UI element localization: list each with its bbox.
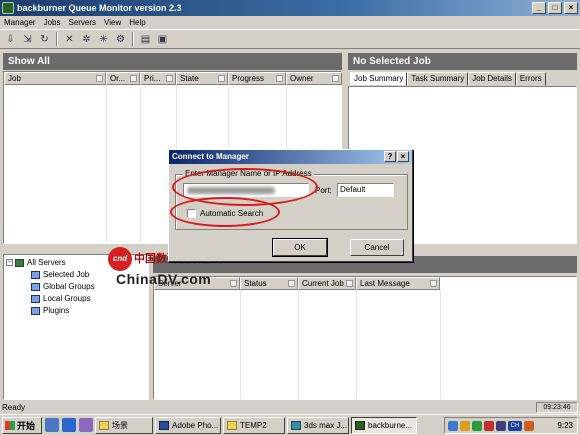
3dsmax-icon xyxy=(291,420,301,430)
column-state[interactable]: State xyxy=(176,72,228,85)
column-job[interactable]: Job xyxy=(4,72,106,85)
app-icon xyxy=(2,2,14,14)
folder-icon xyxy=(227,420,237,430)
grid-line xyxy=(140,85,141,243)
column-priority[interactable]: Pri... xyxy=(140,72,176,85)
backburner-icon xyxy=(355,420,365,430)
group-icon xyxy=(31,282,40,291)
input-language-icon[interactable]: CH xyxy=(508,420,522,431)
dialog-title-bar: Connect to Manager ? × xyxy=(169,150,412,164)
tree-item-plugins[interactable]: Plugins xyxy=(31,306,69,315)
task-temp2[interactable]: TEMP2 xyxy=(223,416,285,434)
taskbar: 开始 场景 Adobe Pho... TEMP2 3ds max J... ba… xyxy=(0,414,580,435)
grid-line xyxy=(440,290,441,399)
close-button[interactable]: × xyxy=(564,2,578,14)
tab-job-summary[interactable]: Job Summary xyxy=(350,72,408,86)
status-time: 09:23:46 xyxy=(536,402,578,413)
menu-jobs[interactable]: Jobs xyxy=(44,18,61,27)
server-remove-icon[interactable]: ✳ xyxy=(95,31,112,47)
column-last-message[interactable]: Last Message xyxy=(356,277,440,290)
plugin-icon xyxy=(31,306,40,315)
servers-icon xyxy=(15,258,24,267)
port-input[interactable]: Default xyxy=(337,183,394,197)
jobs-column-header: Job Or... Pri... State Progress Owner xyxy=(4,72,342,85)
column-owner[interactable]: Owner xyxy=(286,72,342,85)
job-info-title: No Selected Job xyxy=(348,53,577,70)
tree-item-selected-job[interactable]: Selected Job xyxy=(31,270,89,279)
server-assign-icon[interactable]: ✲ xyxy=(78,31,95,47)
ok-button[interactable]: OK xyxy=(272,238,328,257)
dialog-close-button[interactable]: × xyxy=(397,151,409,162)
grid-line xyxy=(298,290,299,399)
window-title: backburner Queue Monitor version 2.3 xyxy=(17,3,182,13)
grid-line xyxy=(106,85,107,243)
tab-errors[interactable]: Errors xyxy=(515,72,546,86)
tree-item-global-groups[interactable]: Global Groups xyxy=(31,282,95,291)
export-icon[interactable]: ▣ xyxy=(154,31,171,47)
photoshop-icon xyxy=(159,420,169,430)
tab-task-summary[interactable]: Task Summary xyxy=(407,72,469,86)
delete-icon[interactable]: ✕ xyxy=(61,31,78,47)
job-info-tabs: Job Summary Task Summary Job Details Err… xyxy=(350,72,546,86)
antivirus-icon[interactable] xyxy=(484,420,494,431)
windows-flag-icon xyxy=(5,420,15,430)
connect-icon[interactable]: ⇩ xyxy=(2,31,19,47)
column-status[interactable]: Status xyxy=(240,277,298,290)
volume-icon[interactable] xyxy=(460,420,470,431)
network-icon[interactable] xyxy=(448,420,458,431)
report-icon[interactable]: ▤ xyxy=(137,31,154,47)
task-3dsmax[interactable]: 3ds max J... xyxy=(287,416,349,434)
system-tray: CH 9:23 xyxy=(444,417,578,434)
start-button[interactable]: 开始 xyxy=(2,416,42,434)
title-bar: backburner Queue Monitor version 2.3 _ □… xyxy=(0,0,580,16)
disconnect-icon[interactable]: ⇲ xyxy=(19,31,36,47)
task-backburner[interactable]: backburne... xyxy=(351,416,417,434)
menu-manager[interactable]: Manager xyxy=(4,18,36,27)
jobs-panel-title: Show All xyxy=(3,53,342,70)
group-icon xyxy=(31,294,40,303)
column-order[interactable]: Or... xyxy=(106,72,140,85)
maximize-button[interactable]: □ xyxy=(548,2,562,14)
toolbar-separator xyxy=(56,32,58,46)
tree-item-all-servers[interactable]: − All Servers xyxy=(6,258,66,267)
taskbar-clock: 9:23 xyxy=(557,421,573,430)
status-text: Ready xyxy=(2,403,26,412)
minimize-button[interactable]: _ xyxy=(532,2,546,14)
column-current-job[interactable]: Current Job xyxy=(298,277,356,290)
menu-help[interactable]: Help xyxy=(129,18,145,27)
toolbar: ⇩ ⇲ ↻ ✕ ✲ ✳ ⚙ ▤ ▣ xyxy=(0,29,580,49)
menu-bar: Manager Jobs Servers View Help xyxy=(0,16,580,29)
ime-icon[interactable] xyxy=(524,420,534,431)
watermark-en: ChinaDV.com xyxy=(116,271,212,287)
cancel-button[interactable]: Cancel xyxy=(350,239,404,256)
desktop-icon[interactable] xyxy=(45,418,59,432)
tree-item-local-groups[interactable]: Local Groups xyxy=(31,294,91,303)
status-bar: Ready 09:23:46 xyxy=(0,401,580,414)
chinadv-badge: cnd xyxy=(108,247,132,271)
refresh-icon[interactable]: ↻ xyxy=(36,31,53,47)
ie-icon[interactable] xyxy=(62,418,76,432)
media-icon[interactable] xyxy=(79,418,93,432)
help-button[interactable]: ? xyxy=(384,151,396,162)
column-progress[interactable]: Progress xyxy=(228,72,286,85)
settings-icon[interactable]: ⚙ xyxy=(112,31,129,47)
grid-line xyxy=(240,290,241,399)
display-icon[interactable] xyxy=(496,420,506,431)
menu-servers[interactable]: Servers xyxy=(68,18,96,27)
servers-list[interactable] xyxy=(153,276,577,400)
task-scene[interactable]: 场景 xyxy=(95,416,153,434)
tab-job-details[interactable]: Job Details xyxy=(468,72,516,86)
annotation-ellipse xyxy=(170,197,280,227)
task-photoshop[interactable]: Adobe Pho... xyxy=(155,416,221,434)
tray-app-icon[interactable] xyxy=(472,420,482,431)
dialog-title: Connect to Manager xyxy=(172,152,249,161)
toolbar-separator xyxy=(132,32,134,46)
collapse-icon[interactable]: − xyxy=(6,259,13,266)
group-icon xyxy=(31,270,40,279)
menu-view[interactable]: View xyxy=(104,18,121,27)
folder-icon xyxy=(99,420,109,430)
grid-line xyxy=(356,290,357,399)
